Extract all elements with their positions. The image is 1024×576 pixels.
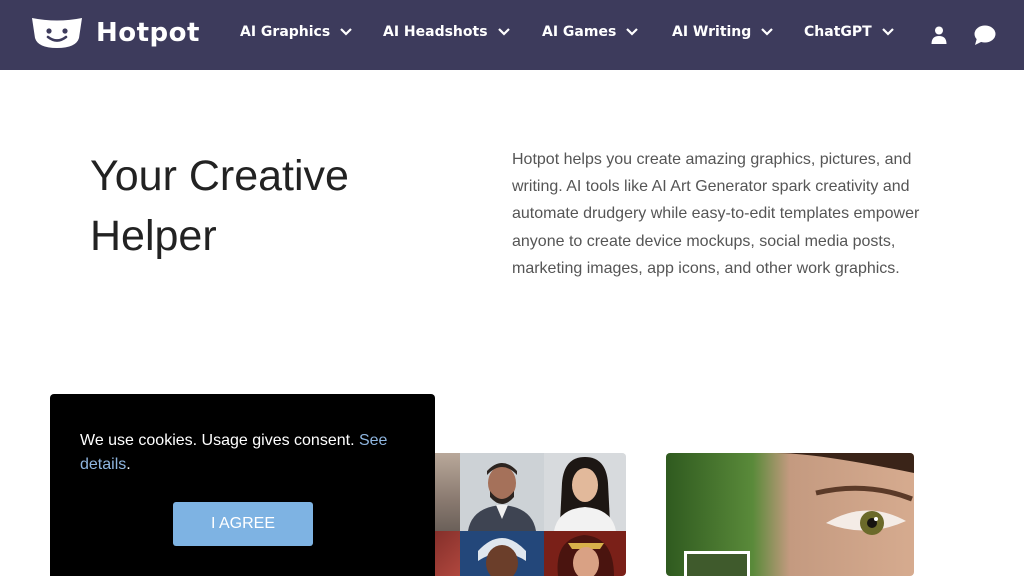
nav-ai-games[interactable]: AI Games xyxy=(542,24,639,40)
nav-label: ChatGPT xyxy=(804,24,872,40)
hero-description: Hotpot helps you create amazing graphics… xyxy=(512,151,920,277)
nav-label: AI Writing xyxy=(672,24,752,40)
chevron-down-icon xyxy=(761,28,774,36)
chevron-down-icon xyxy=(497,28,510,36)
brand-name: Hotpot xyxy=(96,18,200,48)
ai-portrait-eye-preview-image[interactable] xyxy=(666,453,914,576)
headshot-thumbnail xyxy=(460,453,544,531)
nav-label: AI Graphics xyxy=(240,24,331,40)
user-icon[interactable] xyxy=(928,24,950,46)
hero-title: Your Creative Helper xyxy=(90,152,349,260)
nav-ai-headshots[interactable]: AI Headshots xyxy=(383,24,510,40)
agree-button[interactable]: I AGREE xyxy=(173,502,313,546)
nav-chatgpt[interactable]: ChatGPT xyxy=(804,24,894,40)
top-navbar: Hotpot AI Graphics AI Headshots AI Games… xyxy=(0,0,1024,70)
chevron-down-icon xyxy=(881,28,894,36)
ai-headshots-preview-image[interactable] xyxy=(420,453,626,576)
headshot-thumbnail xyxy=(460,531,544,576)
hotpot-logo[interactable]: Hotpot xyxy=(30,16,200,50)
cookie-consent-banner: We use cookies. Usage gives consent. See… xyxy=(50,394,435,576)
nav-label: AI Headshots xyxy=(383,24,488,40)
nav-label: AI Games xyxy=(542,24,617,40)
headshot-thumbnail xyxy=(544,453,626,531)
chat-icon[interactable] xyxy=(973,24,997,46)
cookie-suffix: . xyxy=(126,456,131,473)
cookie-message: We use cookies. Usage gives consent. xyxy=(80,432,359,449)
chevron-down-icon xyxy=(340,28,352,36)
nav-ai-graphics[interactable]: AI Graphics xyxy=(240,24,352,40)
chevron-down-icon xyxy=(626,28,639,36)
cookie-consent-text: We use cookies. Usage gives consent. See… xyxy=(80,429,410,477)
nav-ai-writing[interactable]: AI Writing xyxy=(672,24,774,40)
headshot-thumbnail xyxy=(544,531,626,576)
hotpot-logo-icon xyxy=(32,18,82,48)
